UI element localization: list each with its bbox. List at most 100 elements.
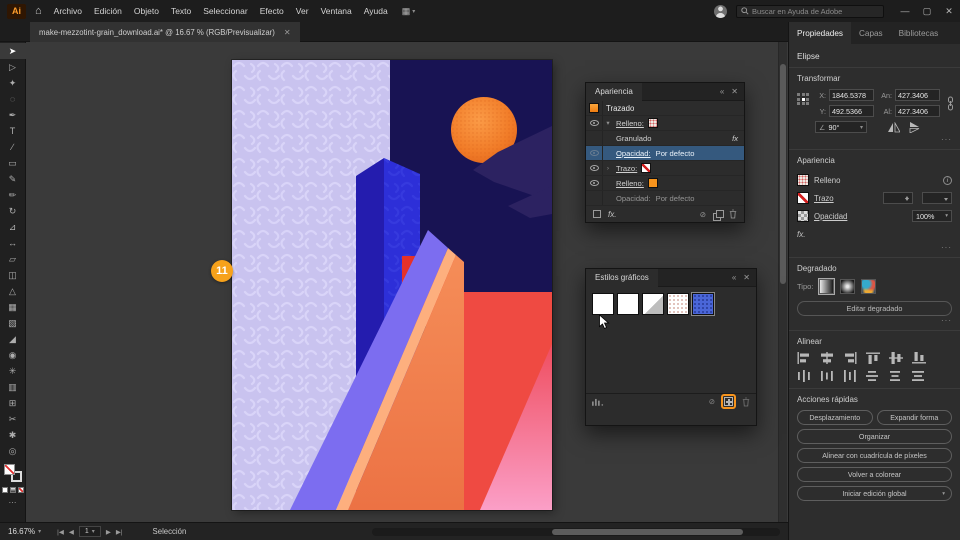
maximize-button[interactable]: ▢ [916,0,938,22]
visibility-eye-icon[interactable] [589,165,599,171]
distribute-left-icon[interactable] [797,370,811,382]
edit-toolbar-icon[interactable]: ⋯ [9,498,17,507]
graphic-styles-panel-tab[interactable]: Estilos gráficos [586,268,658,287]
appearance-fill2-row[interactable]: Relleno: [586,176,744,191]
paintbrush-tool[interactable]: ✎ [0,171,26,187]
rectangle-tool[interactable]: ▭ [0,155,26,171]
eyedropper-tool[interactable]: ◢ [0,331,26,347]
menu-ventana[interactable]: Ventana [315,0,358,22]
artboard-number-select[interactable]: 1 ▾ [78,526,101,537]
account-avatar[interactable] [714,4,727,18]
opacity-checker-icon[interactable] [797,210,809,222]
none-button[interactable] [17,487,24,493]
new-graphic-style-highlight[interactable] [721,394,736,409]
duplicate-item-icon[interactable] [713,209,724,221]
type-tool[interactable]: T [0,123,26,139]
graphic-style-default[interactable] [592,293,614,315]
pencil-tool[interactable]: ✏ [0,187,26,203]
break-link-style-icon[interactable]: ⊘ [709,397,715,406]
more-options-icon[interactable]: ··· [797,317,952,325]
graphic-styles-panel-header[interactable]: Estilos gráficos « ✕ [586,268,756,287]
magic-wand-tool[interactable]: ✦ [0,75,26,91]
appearance-panel-tab[interactable]: Apariencia [586,82,642,101]
previous-artboard-icon[interactable]: ◀ [69,528,74,536]
menu-archivo[interactable]: Archivo [48,0,88,22]
distribute-top-icon[interactable] [866,370,880,382]
height-field[interactable]: 427.3406 [895,105,940,117]
new-graphic-style-icon[interactable] [724,397,733,406]
graphic-style-white[interactable] [617,293,639,315]
expandir-forma-button[interactable]: Expandir forma [876,410,952,425]
menu-efecto[interactable]: Efecto [254,0,290,22]
vertical-scrollbar-thumb[interactable] [780,64,786,284]
distribute-center-horizontal-icon[interactable] [820,370,834,382]
fill-color-swatch[interactable] [797,174,809,186]
distribute-right-icon[interactable] [843,370,857,382]
linear-gradient-button[interactable] [818,278,836,295]
mesh-tool[interactable]: ▦ [0,299,26,315]
appearance-item-row[interactable]: Trazado [586,101,744,116]
zoom-tool[interactable]: ◎ [0,443,26,459]
reference-point-locator[interactable] [797,93,810,106]
column-graph-tool[interactable]: ▥ [0,379,26,395]
first-artboard-icon[interactable]: |◀ [57,528,64,536]
slice-tool[interactable]: ✂ [0,411,26,427]
effects-button[interactable]: fx. [797,230,805,239]
clear-appearance-icon[interactable]: ⊘ [700,210,706,219]
align-center-vertical-icon[interactable] [889,352,903,364]
appearance-effect-row[interactable]: Granulado fx [586,131,744,146]
gradient-tool[interactable]: ▧ [0,315,26,331]
more-options-icon[interactable]: ··· [797,244,952,252]
iniciar-edicion-global-button[interactable]: Iniciar edición global ▾ [797,486,952,501]
symbol-sprayer-tool[interactable]: ✳ [0,363,26,379]
delete-style-icon[interactable] [742,397,750,407]
tab-bibliotecas[interactable]: Bibliotecas [891,22,947,44]
expand-arrow-icon[interactable]: ▾ [603,119,613,127]
more-options-icon[interactable]: ··· [797,136,952,144]
close-button[interactable]: ✕ [938,0,960,22]
fill-orange-swatch[interactable] [647,178,658,188]
line-segment-tool[interactable]: ∕ [0,139,26,155]
perspective-grid-tool[interactable]: △ [0,283,26,299]
visibility-eye-icon[interactable] [589,180,599,186]
appearance-panel-header[interactable]: Apariencia « ✕ [586,82,744,101]
collapse-panel-icon[interactable]: « [732,273,736,282]
horizontal-scrollbar-thumb[interactable] [551,529,744,535]
pen-tool[interactable]: ✒ [0,107,26,123]
minimize-button[interactable]: — [894,0,916,22]
stroke-label[interactable]: Trazo [814,194,834,203]
last-artboard-icon[interactable]: ▶| [116,528,123,536]
selection-tool[interactable]: ➤ [0,43,26,59]
freeform-gradient-button[interactable] [861,279,877,294]
color-button[interactable] [1,487,8,493]
fill-pattern-swatch[interactable] [647,118,658,128]
tab-propiedades[interactable]: Propiedades [789,22,851,44]
align-top-icon[interactable] [866,352,880,364]
align-left-icon[interactable] [797,352,811,364]
visibility-eye-icon[interactable] [589,150,599,156]
stroke-none-swatch[interactable] [641,163,652,173]
close-panel-icon[interactable]: ✕ [743,273,750,282]
flip-vertical-icon[interactable] [909,121,921,133]
menu-ver[interactable]: Ver [290,0,315,22]
appearance-opacity-row-selected[interactable]: Opacidad: Por defecto [586,146,744,161]
artboard-tool[interactable]: ⊞ [0,395,26,411]
graphic-style-pattern[interactable] [667,293,689,315]
menu-texto[interactable]: Texto [165,0,197,22]
opacity-label[interactable]: Opacidad [814,212,847,221]
stroke-unit-select[interactable] [922,192,952,204]
workspace-switcher[interactable]: ▦ ▾ [402,6,416,17]
hand-tool[interactable]: ✱ [0,427,26,443]
align-center-horizontal-icon[interactable] [820,352,834,364]
distribute-bottom-icon[interactable] [912,370,926,382]
flip-horizontal-icon[interactable] [888,121,900,133]
home-icon[interactable]: ⌂ [35,0,42,22]
opacity-select[interactable]: 100% ▾ [912,210,952,222]
vertical-scrollbar[interactable] [778,42,787,522]
edit-gradient-button[interactable]: Editar degradado [797,301,952,316]
direct-selection-tool[interactable]: ▷ [0,59,26,75]
rotation-angle-select[interactable]: ∠ 90° ▾ [815,121,867,133]
link-dimensions-icon[interactable] [946,96,955,116]
delete-item-icon[interactable] [729,209,737,219]
gradient-button[interactable] [9,487,16,493]
